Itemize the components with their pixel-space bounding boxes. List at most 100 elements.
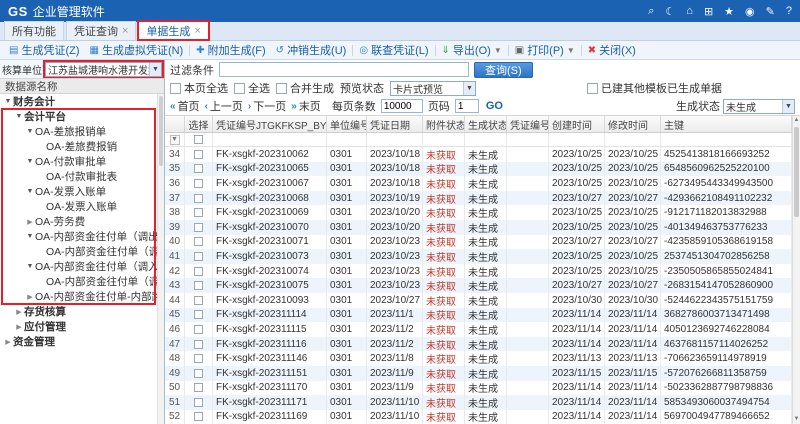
table-row[interactable]: 47FK-xsgkf-20231111603012023/11/2未获取未生成2… <box>165 337 792 352</box>
sidebar-scrollbar-thumb[interactable] <box>159 96 163 166</box>
first-page-button[interactable]: « 首页 <box>170 98 200 114</box>
column-header[interactable]: 凭证日期 <box>367 116 423 132</box>
table-row[interactable]: 40FK-xsgkf-20231007103012023/10/23未获取未生成… <box>165 235 792 250</box>
tree-collapsed-icon[interactable]: ▶ <box>25 218 35 226</box>
row-checkbox[interactable] <box>194 208 203 217</box>
tree-item[interactable]: ▶存货核算 <box>0 304 164 319</box>
row-checkbox[interactable] <box>194 398 203 407</box>
tree-collapsed-icon[interactable]: ▶ <box>3 338 13 346</box>
tree-expanded-icon[interactable]: ▼ <box>25 128 35 135</box>
row-checkbox[interactable] <box>194 150 203 159</box>
select-page-option[interactable]: 本页全选 <box>170 80 228 96</box>
tree-item[interactable]: ▼财务会计 <box>0 94 164 109</box>
tree-item[interactable]: ▼会计平台 <box>0 109 164 124</box>
go-button[interactable]: GO <box>486 100 503 112</box>
column-header[interactable]: 选择 <box>185 116 213 132</box>
row-checkbox[interactable] <box>194 340 203 349</box>
print-button[interactable]: ▣打印(P)▼ <box>510 42 580 58</box>
row-checkbox[interactable] <box>194 194 203 203</box>
tree-item[interactable]: ▼OA-发票入账单 <box>0 184 164 199</box>
tree-item[interactable]: OA-差旅费报销 <box>0 139 164 154</box>
column-header[interactable]: 主键 <box>661 116 792 132</box>
table-row[interactable]: 38FK-xsgkf-20231006903012023/10/20未获取未生成… <box>165 205 792 220</box>
tree-item[interactable]: ▼OA-内部资金往付单（调出） <box>0 229 164 244</box>
tree-item[interactable]: ▶OA-劳务费 <box>0 214 164 229</box>
scroll-down-icon[interactable]: ▼ <box>793 415 800 424</box>
link-voucher-button[interactable]: ◎联查凭证(L) <box>354 42 433 58</box>
user-icon[interactable]: ◉ <box>745 5 755 18</box>
tree-collapsed-icon[interactable]: ▶ <box>14 323 24 331</box>
table-row[interactable]: 44FK-xsgkf-20231009303012023/10/27未获取未生成… <box>165 293 792 308</box>
filter-funnel-icon[interactable]: ▼ <box>170 135 180 145</box>
tree-item[interactable]: ▶OA-内部资金往付单-内部路径 <box>0 289 164 304</box>
favorites-icon[interactable]: ★ <box>724 5 734 18</box>
select-all-option[interactable]: 全选 <box>234 80 270 96</box>
tree-item[interactable]: OA-内部资金往付单（调入单位凭证） <box>0 274 164 289</box>
tab-close-icon[interactable]: × <box>122 26 128 37</box>
table-row[interactable]: 48FK-xsgkf-20231114603012023/11/8未获取未生成2… <box>165 351 792 366</box>
row-checkbox[interactable] <box>194 252 203 261</box>
tree-expanded-icon[interactable]: ▼ <box>25 188 35 195</box>
tab-close-icon[interactable]: × <box>194 26 200 37</box>
page-number-input[interactable] <box>455 99 479 113</box>
reverse-generate-button[interactable]: ↺冲销生成(U) <box>271 42 352 58</box>
help-icon[interactable]: ? <box>786 5 792 17</box>
column-header[interactable]: 凭证编号JTGKFKSP_BYS <box>213 116 327 132</box>
tree-expanded-icon[interactable]: ▼ <box>25 233 35 240</box>
table-row[interactable]: 51FK-xsgkf-20231117103012023/11/10未获取未生成… <box>165 395 792 410</box>
column-header[interactable]: 凭证编号 <box>507 116 549 132</box>
tree-expanded-icon[interactable]: ▼ <box>3 98 13 105</box>
table-row[interactable]: 52FK-xsgkf-20231116903012023/11/10未获取未生成… <box>165 410 792 424</box>
page-size-input[interactable] <box>381 99 423 113</box>
tree-item[interactable]: ▶资金管理 <box>0 334 164 349</box>
tree-collapsed-icon[interactable]: ▶ <box>14 308 24 316</box>
other-template-option[interactable]: 已建其他模板已生成单据 <box>587 80 722 96</box>
row-checkbox[interactable] <box>194 369 203 378</box>
table-row[interactable]: 34FK-xsgkf-20231006203012023/10/18未获取未生成… <box>165 147 792 162</box>
tree-item[interactable]: OA-付款审批表 <box>0 169 164 184</box>
table-row[interactable]: 42FK-xsgkf-20231007403012023/10/23未获取未生成… <box>165 264 792 279</box>
merge-generate-checkbox[interactable] <box>276 83 287 94</box>
accounting-unit-select[interactable]: 江苏盐城港响水港开发集团有限公司 ▼ <box>45 62 162 77</box>
close-button[interactable]: ✖关闭(X) <box>583 42 641 58</box>
tree-item[interactable]: ▼OA-内部资金往付单（调入） <box>0 259 164 274</box>
filter-input[interactable] <box>219 62 469 77</box>
tree-item[interactable]: ▼OA-差旅报销单 <box>0 124 164 139</box>
table-row[interactable]: 43FK-xsgkf-20231007503012023/10/23未获取未生成… <box>165 278 792 293</box>
tree-expanded-icon[interactable]: ▼ <box>14 113 24 120</box>
preview-status-select[interactable]: 卡片式预览 ▼ <box>390 81 476 96</box>
chevron-down-icon[interactable]: ▼ <box>782 100 794 113</box>
row-checkbox[interactable] <box>194 267 203 276</box>
column-header[interactable]: 生成状态 <box>465 116 507 132</box>
row-checkbox[interactable] <box>194 412 203 421</box>
table-row[interactable]: 36FK-xsgkf-20231006703012023/10/18未获取未生成… <box>165 176 792 191</box>
tree-expanded-icon[interactable]: ▼ <box>25 158 35 165</box>
table-row[interactable]: 37FK-xsgkf-20231006803012023/10/19未获取未生成… <box>165 191 792 206</box>
tree-item[interactable]: ▼OA-付款审批单 <box>0 154 164 169</box>
home-icon[interactable]: ⌂ <box>686 5 693 17</box>
append-generate-button[interactable]: ✚附加生成(F) <box>191 42 270 58</box>
table-row[interactable]: 35FK-xsgkf-20231006503012023/10/18未获取未生成… <box>165 162 792 177</box>
table-row[interactable]: 50FK-xsgkf-20231117003012023/11/9未获取未生成2… <box>165 381 792 396</box>
column-header[interactable]: 附件状态 <box>423 116 465 132</box>
column-header[interactable]: 创建时间 <box>549 116 605 132</box>
generate-virtual-voucher-button[interactable]: ▦生成虚拟凭证(N) <box>85 42 189 58</box>
table-row[interactable]: 41FK-xsgkf-20231007303012023/10/23未获取未生成… <box>165 249 792 264</box>
other-template-checkbox[interactable] <box>587 83 598 94</box>
column-header[interactable]: 修改时间 <box>605 116 661 132</box>
search-icon[interactable]: ⌕ <box>648 5 654 18</box>
select-all-checkbox[interactable] <box>234 83 245 94</box>
generate-voucher-button[interactable]: ▤生成凭证(Z) <box>4 42 85 58</box>
tree-item[interactable]: ▶应付管理 <box>0 319 164 334</box>
chevron-down-icon[interactable]: ▼ <box>149 63 161 76</box>
row-checkbox[interactable] <box>194 296 203 305</box>
tab-1[interactable]: 凭证查询× <box>66 21 136 40</box>
filter-select-checkbox[interactable] <box>194 135 203 144</box>
next-page-button[interactable]: › 下一页 <box>248 98 286 114</box>
row-checkbox[interactable] <box>194 383 203 392</box>
row-checkbox[interactable] <box>194 179 203 188</box>
row-checkbox[interactable] <box>194 325 203 334</box>
generate-status-select[interactable]: 未生成 ▼ <box>723 99 795 114</box>
tab-2[interactable]: 单据生成× <box>138 21 208 40</box>
export-button[interactable]: ⇓导出(O)▼ <box>437 42 507 58</box>
